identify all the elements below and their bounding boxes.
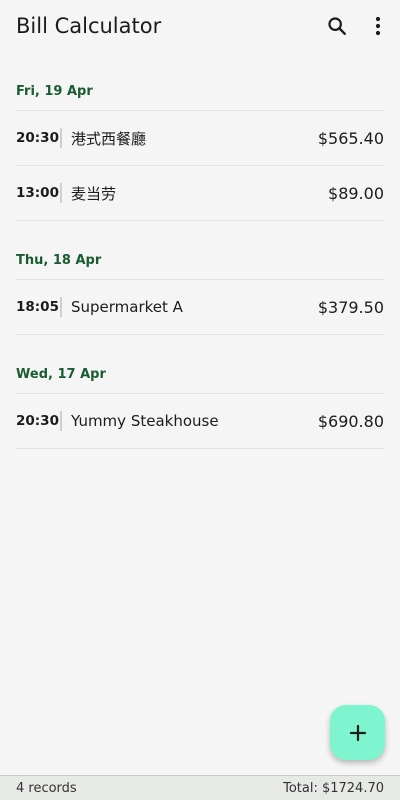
more-vert-icon [375,16,381,36]
add-icon [349,724,366,741]
bill-name: Supermarket A [71,298,183,316]
bill-list: Fri, 19 Apr 20:30 港式西餐廳 $565.40 13:00 麦当… [16,72,384,449]
bill-row[interactable]: 13:00 麦当劳 $89.00 [16,166,384,221]
bill-time: 18:05 [16,299,59,315]
add-bill-button[interactable] [330,705,385,760]
bill-amount: $690.80 [317,411,384,431]
day-header: Wed, 17 Apr [16,355,384,394]
bill-row[interactable]: 20:30 港式西餐廳 $565.40 [16,111,384,166]
bill-row[interactable]: 18:05 Supermarket A $379.50 [16,280,384,335]
bill-name: 麦当劳 [71,184,117,203]
search-icon [328,17,346,35]
bill-name: Yummy Steakhouse [71,412,219,430]
time-divider [60,128,62,148]
total-amount: Total: $1724.70 [283,781,384,796]
search-button[interactable] [321,10,353,42]
bill-amount: $565.40 [317,128,384,148]
time-divider [60,411,62,431]
day-spacer [16,335,384,355]
time-divider [60,183,62,203]
app-bar: Bill Calculator [0,0,400,52]
summary-footer: 4 records Total: $1724.70 [0,775,400,800]
bill-time: 20:30 [16,413,59,429]
bill-time: 20:30 [16,130,59,146]
day-group-wed: Wed, 17 Apr 20:30 Yummy Steakhouse $690.… [16,355,384,449]
bill-name: 港式西餐廳 [71,129,147,148]
bill-row[interactable]: 20:30 Yummy Steakhouse $690.80 [16,394,384,449]
more-options-button[interactable] [362,10,394,42]
bill-amount: $379.50 [317,297,384,317]
bill-time: 13:00 [16,185,59,201]
time-divider [60,297,62,317]
day-spacer [16,221,384,241]
day-header: Thu, 18 Apr [16,241,384,280]
bill-amount: $89.00 [328,183,384,203]
day-group-fri: Fri, 19 Apr 20:30 港式西餐廳 $565.40 13:00 麦当… [16,72,384,221]
app-title: Bill Calculator [16,14,162,38]
record-count: 4 records [16,781,77,796]
day-group-thu: Thu, 18 Apr 18:05 Supermarket A $379.50 [16,241,384,335]
day-header: Fri, 19 Apr [16,72,384,111]
